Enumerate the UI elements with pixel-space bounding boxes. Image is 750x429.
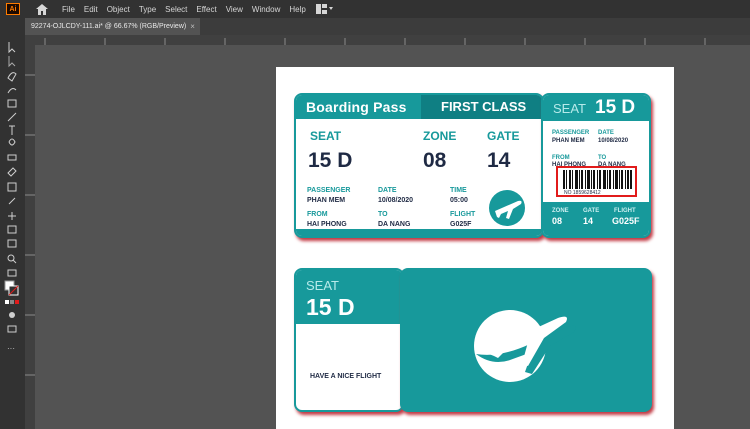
stub-gate-label: GATE <box>583 208 600 214</box>
to-label: TO <box>378 211 388 218</box>
menu-view[interactable]: View <box>226 5 243 14</box>
greeting-message: HAVE A NICE FLIGHT <box>310 373 382 380</box>
stub-from-label: FROM <box>552 155 570 161</box>
workspace-switcher-icon[interactable] <box>315 4 334 15</box>
to-value: DA NANG <box>378 221 411 228</box>
from-label: FROM <box>307 211 328 218</box>
stub-passenger-label: PASSENGER <box>552 130 590 136</box>
tools-panel: ··· <box>0 18 25 429</box>
boarding-pass-title: Boarding Pass <box>306 99 407 115</box>
barcode-number: NO 1859628412 <box>564 190 601 196</box>
stub-flight-value: G025F <box>612 216 640 226</box>
horizontal-ruler <box>25 35 750 45</box>
menu-type[interactable]: Type <box>139 5 156 14</box>
time-label: TIME <box>450 187 467 194</box>
large-airplane-icon <box>474 310 576 382</box>
flight-label: FLIGHT <box>450 211 476 218</box>
menu-bar: Ai File Edit Object Type Select Effect V… <box>0 0 750 18</box>
gate-label: GATE <box>487 129 520 143</box>
stub-header: SEAT 15 D <box>543 95 649 121</box>
document-tab-bar: 92274-OJLCDY-111.ai* @ 66.67% (RGB/Previ… <box>25 18 750 35</box>
stub2-seat-label: SEAT <box>306 278 339 293</box>
stub2-seat-value: 15 D <box>306 294 355 320</box>
stub-gate-value: 14 <box>583 216 594 226</box>
stub-seat-label: SEAT <box>553 101 586 116</box>
illustrator-logo: Ai <box>6 3 20 15</box>
menu-edit[interactable]: Edit <box>84 5 98 14</box>
stub-date-label: DATE <box>598 130 614 136</box>
ticket-back-panel[interactable] <box>400 268 652 412</box>
zone-value: 08 <box>423 149 447 172</box>
boarding-pass-main[interactable]: Boarding Pass FIRST CLASS SEAT 15 D ZONE… <box>294 93 544 238</box>
home-icon[interactable] <box>34 1 50 17</box>
date-label: DATE <box>378 187 397 194</box>
document-tab-title: 92274-OJLCDY-111.ai* @ 66.67% (RGB/Previ… <box>31 23 187 30</box>
date-value: 10/08/2020 <box>378 197 414 204</box>
vertical-ruler <box>25 45 35 429</box>
selection-tool-icon <box>8 42 16 54</box>
document-tab[interactable]: 92274-OJLCDY-111.ai* @ 66.67% (RGB/Previ… <box>25 18 200 35</box>
stub2-header: SEAT 15 D <box>296 270 402 324</box>
svg-text:···: ··· <box>7 344 15 353</box>
zone-label: ZONE <box>423 129 457 143</box>
stub-to-label: TO <box>598 155 607 161</box>
seat-label: SEAT <box>310 129 342 143</box>
class-label: FIRST CLASS <box>441 99 527 114</box>
stub-date-value: 10/08/2020 <box>598 138 629 144</box>
stub-passenger-value: PHAN MEM <box>552 138 585 144</box>
close-icon[interactable]: × <box>190 22 195 31</box>
passenger-label: PASSENGER <box>307 187 351 194</box>
stub-flight-label: FLIGHT <box>614 208 636 214</box>
barcode-icon <box>563 170 632 189</box>
seat-value: 15 D <box>308 149 353 172</box>
stub-zone-label: ZONE <box>552 208 569 214</box>
ticket-bottom-bar <box>296 229 542 236</box>
menu-items: File Edit Object Type Select Effect View… <box>62 5 306 14</box>
from-value: HAI PHONG <box>307 221 347 228</box>
boarding-pass-header: Boarding Pass FIRST CLASS <box>296 95 542 119</box>
passenger-value: PHAN MEM <box>307 197 346 204</box>
stub-zone-value: 08 <box>552 216 563 226</box>
menu-window[interactable]: Window <box>252 5 280 14</box>
time-value: 05:00 <box>450 197 468 204</box>
menu-effect[interactable]: Effect <box>196 5 216 14</box>
barcode-selection[interactable]: NO 1859628412 <box>556 166 637 197</box>
menu-file[interactable]: File <box>62 5 75 14</box>
menu-select[interactable]: Select <box>165 5 187 14</box>
stub-seat-value: 15 D <box>595 97 636 118</box>
ticket-stub-2[interactable]: SEAT 15 D HAVE A NICE FLIGHT <box>294 268 404 412</box>
menu-help[interactable]: Help <box>289 5 305 14</box>
flight-value: G025F <box>450 221 472 228</box>
menu-object[interactable]: Object <box>107 5 130 14</box>
stub-footer: ZONE 08 GATE 14 FLIGHT G025F <box>543 202 649 236</box>
gate-value: 14 <box>487 149 511 172</box>
airplane-icon <box>489 190 525 226</box>
